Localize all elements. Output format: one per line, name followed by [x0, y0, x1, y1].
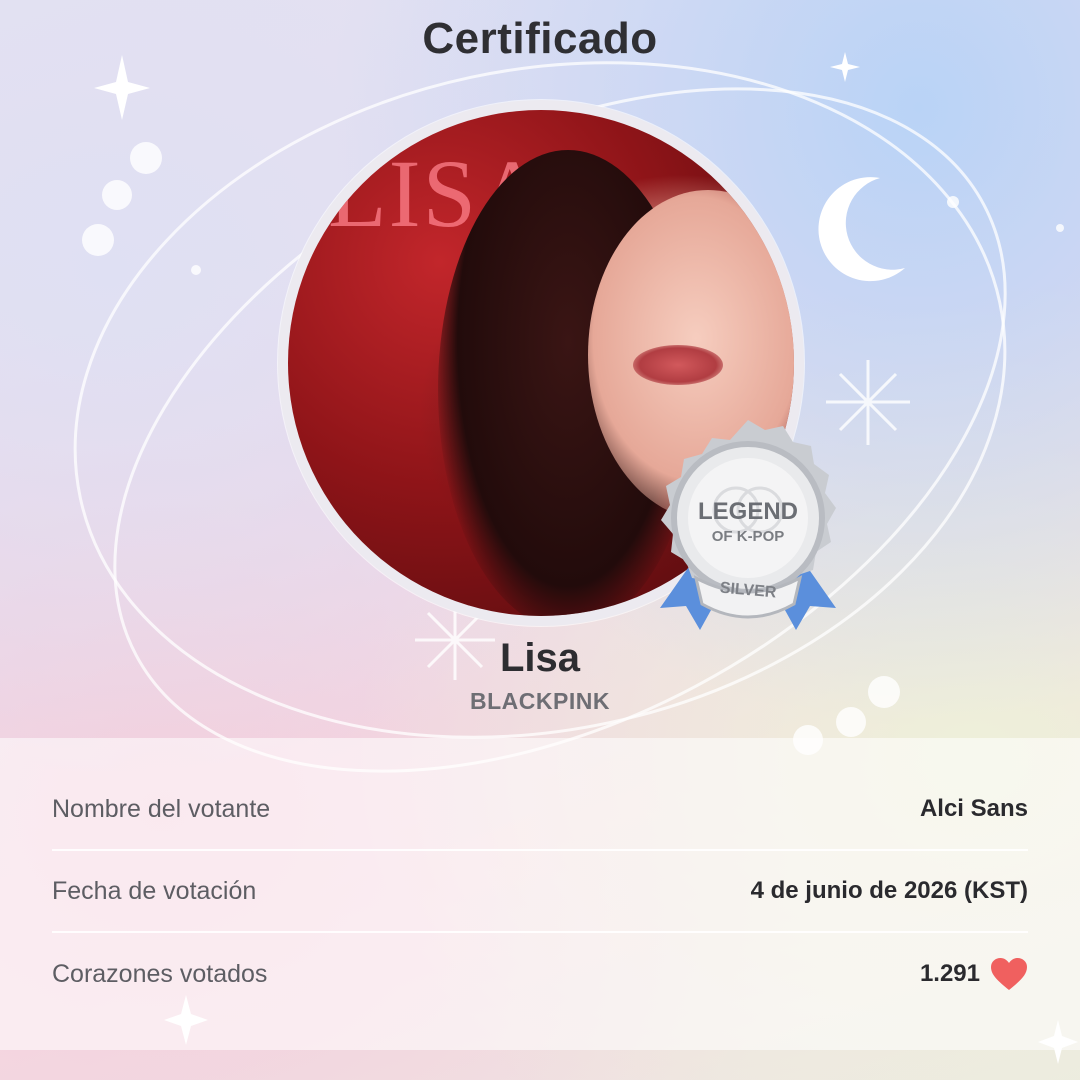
moon-icon: [818, 177, 905, 282]
voter-name-value: Alci Sans: [919, 795, 1028, 822]
hearts-voted-label: Corazones votados: [52, 959, 268, 988]
voter-name-row: Nombre del votante Alci Sans: [52, 768, 1028, 850]
bubble: [82, 224, 114, 256]
vote-date-label: Fecha de votación: [52, 876, 257, 905]
heart-icon: [991, 958, 1027, 990]
certificate-details-panel: Nombre del votante Alci Sans Fecha de vo…: [0, 738, 1080, 1050]
vote-date-value: 4 de junio de 2026 (KST): [750, 877, 1028, 904]
bubble: [102, 180, 132, 210]
badge-title: LEGEND: [697, 498, 798, 525]
idol-name: Lisa: [499, 636, 581, 680]
page-title: Certificado: [422, 14, 658, 63]
badge-subtitle: OF K-POP: [711, 528, 785, 545]
sparkle-icon: [94, 55, 150, 120]
vote-date-row: Fecha de votación 4 de junio de 2026 (KS…: [52, 850, 1028, 932]
bubble: [130, 142, 162, 174]
legend-silver-badge: LEGEND OF K-POP SILVER: [648, 418, 848, 638]
hearts-voted-value-group: 1.291: [920, 957, 1028, 991]
hearts-voted-row: Corazones votados 1.291: [52, 933, 1028, 1015]
hearts-voted-value: 1.291: [919, 960, 980, 987]
voter-name-label: Nombre del votante: [52, 794, 271, 823]
idol-group: BLACKPINK: [470, 688, 610, 714]
